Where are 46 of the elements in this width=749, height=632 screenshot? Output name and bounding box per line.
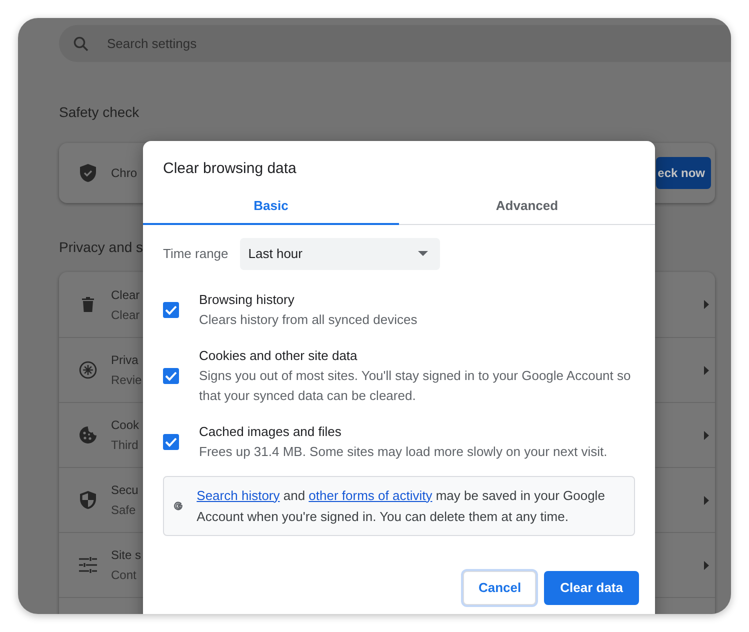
row-title: Site s [111,547,142,564]
notice-text: Search history and other forms of activity may be saved in your Google Account when you're signed in. You can delete them at any time. [196,486,606,526]
chevron-right-icon[interactable] [704,496,709,504]
chevron-right-icon[interactable] [704,300,709,309]
row-title: Secu [111,482,138,499]
option-description: Clears history from all synced devices [199,310,418,329]
chevron-right-icon[interactable] [704,430,709,440]
field-label: Time range [163,244,228,263]
checkbox[interactable] [163,368,179,384]
row-title: Cook [111,417,140,434]
check-now-button[interactable]: eck now [656,157,711,189]
safety-check-text: Chro [111,165,138,182]
compass-icon [79,360,97,380]
shield-icon [80,164,96,182]
dialog-title: Clear browsing data [162,159,298,179]
checkbox[interactable] [163,302,179,318]
tab[interactable]: Basic [143,188,399,224]
search-icon [73,36,89,52]
link[interactable]: other forms of activity [308,488,432,502]
shield-icon [80,491,96,509]
checkbox[interactable] [163,434,179,450]
cookie-icon [79,426,97,444]
chevron-right-icon[interactable] [704,560,709,570]
row-title: Clear [111,286,140,304]
section-heading: Safety check [59,103,140,122]
row-subtitle: Clear [111,306,140,324]
option-title: Cached images and files [199,422,342,441]
cancel-button[interactable]: Cancel [463,570,536,604]
option-description: Frees up 31.4 MB. Some sites may load more slowly on your next visit. [199,442,608,461]
caret-icon [418,251,428,256]
option-description: Signs you out of most sites. You'll stay signed in to your Google Account so that your synced data can be cleared. [199,366,632,405]
row-subtitle: Cont [111,567,136,584]
row-title: Priva [111,352,138,369]
tab[interactable]: Advanced [399,188,655,224]
sliders-icon [79,557,97,573]
clear-data-button[interactable]: Clear data [544,570,639,604]
row-subtitle: Safe [111,502,136,519]
section-heading: Privacy and s [59,238,144,257]
chevron-right-icon[interactable] [704,366,709,374]
row-subtitle: Revie [111,372,142,389]
trash-icon [82,297,94,312]
row-subtitle: Third [111,437,138,454]
option-title: Cookies and other site data [199,346,358,364]
link[interactable]: Search history [196,488,280,502]
option-title: Browsing history [199,290,296,309]
time-range-select[interactable]: Last hour [240,238,440,270]
